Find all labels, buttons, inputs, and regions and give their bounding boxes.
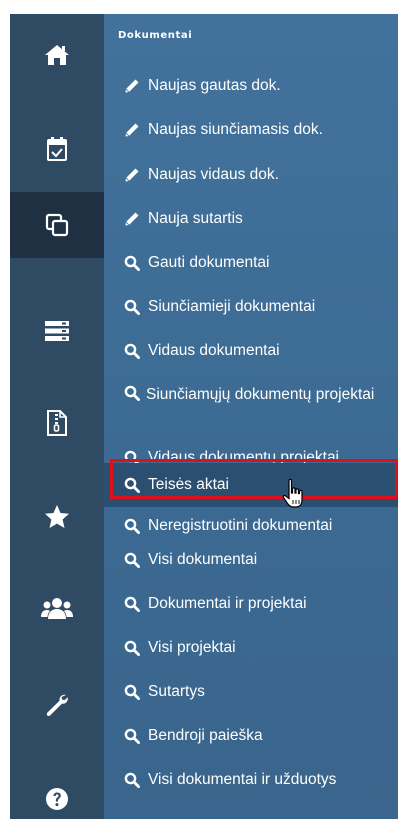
- menu-item-received-documents[interactable]: Gauti dokumentai: [104, 245, 398, 279]
- search-icon: [124, 255, 140, 271]
- menu-item-label: Naujas vidaus dok.: [148, 166, 279, 183]
- menu-item-label: Siunčiamieji dokumentai: [148, 298, 316, 315]
- menu-item-label: Naujas siunčiamasis dok.: [148, 121, 323, 138]
- server-list-icon: [45, 321, 69, 341]
- search-icon: [124, 518, 140, 534]
- search-icon: [124, 552, 140, 568]
- help-icon: [46, 788, 68, 810]
- search-icon: [124, 640, 140, 656]
- search-icon: [124, 728, 140, 744]
- pencil-icon: [124, 167, 140, 183]
- menu-item-new-received[interactable]: Naujas gautas dok.: [104, 68, 398, 102]
- menu-item-label: Siunčiamųjų dokumentų projektai: [146, 386, 375, 403]
- menu-item-label: Visi projektai: [148, 639, 236, 656]
- menu-item-label: Nauja sutartis: [148, 210, 243, 227]
- menu-item-label: Gauti dokumentai: [148, 254, 270, 271]
- search-icon: [124, 385, 140, 401]
- wrench-icon: [46, 694, 68, 716]
- menu-item-all-documents-and-tasks[interactable]: Visi dokumentai ir užduotys: [104, 762, 398, 796]
- search-icon: [124, 684, 140, 700]
- menu-item-new-contract[interactable]: Nauja sutartis: [104, 201, 398, 235]
- pencil-icon: [124, 211, 140, 227]
- rail-users[interactable]: [10, 576, 104, 642]
- menu-item-all-projects[interactable]: Visi projektai: [104, 630, 398, 664]
- rail-home[interactable]: [10, 22, 104, 88]
- menu-item-unregistered[interactable]: Neregistruotini dokumentai: [104, 512, 398, 542]
- rail-archive[interactable]: [10, 390, 104, 456]
- menu-item-contracts[interactable]: Sutartys: [104, 674, 398, 708]
- calendar-check-icon: [47, 137, 67, 161]
- menu-item-label: Visi dokumentai ir užduotys: [148, 771, 337, 788]
- menu-item-label: Dokumentai ir projektai: [148, 595, 307, 612]
- app-frame: Dokumentai Naujas gautas dok. Naujas siu…: [0, 0, 398, 823]
- menu-item-label: Vidaus dokumentai: [148, 342, 280, 359]
- menu-item-general-search[interactable]: Bendroji paieška: [104, 718, 398, 752]
- menu-item-label: Sutartys: [148, 683, 205, 700]
- menu-item-outgoing-drafts[interactable]: Siunčiamųjų dokumentų projektai: [104, 377, 398, 431]
- rail-settings[interactable]: [10, 672, 104, 738]
- menu-item-all-documents[interactable]: Visi dokumentai: [104, 542, 398, 576]
- menu-item-documents-and-projects[interactable]: Dokumentai ir projektai: [104, 586, 398, 620]
- menu-item-label: Bendroji paieška: [148, 727, 263, 744]
- search-icon: [124, 299, 140, 315]
- rail-help[interactable]: [10, 766, 104, 832]
- menu-item-outgoing-documents[interactable]: Siunčiamieji dokumentai: [104, 289, 398, 323]
- rail-registers[interactable]: [10, 298, 104, 364]
- rail-tasks[interactable]: [10, 116, 104, 182]
- search-icon: [124, 772, 140, 788]
- home-icon: [45, 45, 69, 65]
- section-title: Dokumentai: [118, 30, 193, 41]
- menu-item-label: Neregistruotini dokumentai: [148, 517, 333, 534]
- copy-documents-icon: [45, 213, 69, 237]
- rail-favorites[interactable]: [10, 484, 104, 550]
- search-icon: [124, 343, 140, 359]
- file-archive-icon: [47, 410, 67, 436]
- users-icon: [41, 598, 73, 619]
- menu-item-new-outgoing[interactable]: Naujas siunčiamasis dok.: [104, 112, 398, 146]
- icon-rail: [10, 14, 104, 819]
- documents-menu-panel: Dokumentai Naujas gautas dok. Naujas siu…: [104, 14, 398, 819]
- menu-item-label: Naujas gautas dok.: [148, 77, 281, 94]
- menu-item-new-internal[interactable]: Naujas vidaus dok.: [104, 157, 398, 191]
- rail-documents[interactable]: [10, 192, 104, 258]
- star-icon: [45, 505, 69, 528]
- highlight-annotation-box: [110, 459, 398, 499]
- pencil-icon: [124, 78, 140, 94]
- pencil-icon: [124, 122, 140, 138]
- search-icon: [124, 596, 140, 612]
- menu-item-internal-documents[interactable]: Vidaus dokumentai: [104, 333, 398, 367]
- hand-pointer-cursor-icon: [282, 478, 303, 508]
- menu-item-label: Visi dokumentai: [148, 551, 258, 568]
